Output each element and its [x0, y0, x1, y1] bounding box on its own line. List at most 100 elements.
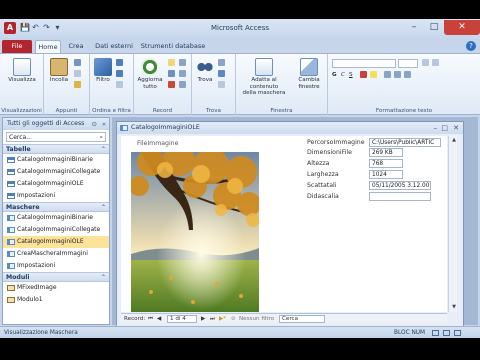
section-moduli[interactable]: Moduli ⌃: [3, 272, 109, 282]
filter-button[interactable]: Filtro: [92, 58, 114, 84]
section-tabelle[interactable]: Tabelle ⌃: [3, 144, 109, 154]
form-maximize-button[interactable]: □: [441, 122, 448, 134]
paste-button[interactable]: Incolla: [46, 58, 72, 84]
numbering-icon[interactable]: [432, 59, 441, 68]
help-icon[interactable]: ?: [466, 41, 476, 51]
nav-item-form[interactable]: CreaMascheraImmagini: [3, 248, 109, 260]
totals-icon[interactable]: [179, 59, 188, 68]
last-record-icon[interactable]: ⏭: [210, 314, 215, 324]
goto-icon[interactable]: [218, 70, 227, 79]
clipboard-icon: [50, 58, 68, 76]
nav-item-table[interactable]: Impostazioni: [3, 190, 109, 202]
nav-item-form-selected[interactable]: CatalogoImmaginiOLE: [3, 236, 109, 248]
nav-item-table[interactable]: CatalogoImmaginiBinarie: [3, 154, 109, 166]
tree-photo[interactable]: [131, 152, 259, 312]
form-view-icon[interactable]: [432, 327, 439, 338]
window-title: Microsoft Access: [210, 24, 270, 32]
delete-record-icon[interactable]: [168, 81, 177, 90]
redo-icon[interactable]: ↷: [42, 23, 51, 33]
font-name-select[interactable]: [332, 59, 396, 68]
align-left-icon[interactable]: [384, 71, 393, 80]
group-records: Aggiorna tutto Record: [134, 54, 192, 115]
font-color-icon[interactable]: [360, 71, 369, 80]
bold-icon[interactable]: G: [332, 71, 337, 80]
copy-icon[interactable]: [74, 70, 83, 79]
vertical-scrollbar[interactable]: ▲ ▼: [448, 136, 458, 312]
remove-sort-icon[interactable]: [116, 81, 125, 90]
tab-dati-esterni[interactable]: Dati esterni: [92, 40, 136, 53]
undo-icon[interactable]: ↶: [31, 23, 40, 33]
replace-icon[interactable]: [218, 59, 227, 68]
bullets-icon[interactable]: [422, 59, 431, 68]
select-icon[interactable]: [218, 81, 227, 90]
tab-strumenti-database[interactable]: Strumenti database: [140, 40, 206, 53]
filter-status-text[interactable]: Nessun filtro: [239, 314, 274, 324]
first-record-icon[interactable]: ⏮: [148, 314, 153, 324]
scroll-down-icon[interactable]: ▼: [449, 303, 459, 312]
highlight-icon[interactable]: [370, 71, 379, 80]
font-size-select[interactable]: [398, 59, 418, 68]
collapse-chevron-icon: ⌃: [100, 204, 106, 211]
tab-crea[interactable]: Crea: [66, 40, 86, 53]
field-larghezza-value[interactable]: 1024: [369, 170, 403, 179]
sort-descending-icon[interactable]: [116, 70, 125, 79]
save-record-icon[interactable]: [168, 70, 177, 79]
title-bar: A 💾 ↶ ↷ ▾ Microsoft Access – □ ✕: [0, 19, 480, 39]
align-center-icon[interactable]: [394, 71, 403, 80]
sort-ascending-icon[interactable]: [116, 59, 125, 68]
nav-collapse-icon[interactable]: «: [102, 118, 106, 130]
nav-dropdown-icon[interactable]: ⊙: [92, 118, 97, 130]
maximize-button[interactable]: □: [424, 20, 444, 35]
align-right-icon[interactable]: [404, 71, 413, 80]
next-record-icon[interactable]: ▶: [201, 314, 205, 324]
tab-home[interactable]: Home: [35, 40, 61, 53]
previous-record-icon[interactable]: ◀: [157, 314, 161, 324]
design-view-icon[interactable]: [454, 327, 461, 338]
new-record-icon[interactable]: [168, 59, 177, 68]
switch-windows-button[interactable]: Cambia finestre: [292, 58, 326, 90]
underline-icon[interactable]: S: [349, 71, 353, 80]
italic-icon[interactable]: C: [341, 71, 345, 80]
form-window: CatalogoImmaginiOLE – □ ✕ FileImmagine P…: [116, 121, 464, 338]
nav-item-module[interactable]: Modulo1: [3, 294, 109, 306]
refresh-all-button[interactable]: Aggiorna tutto: [135, 58, 165, 90]
field-didascalia-value[interactable]: [369, 192, 431, 201]
nav-item-form[interactable]: Impostazioni: [3, 260, 109, 272]
nav-search-input[interactable]: Cerca... ⌕: [6, 132, 106, 142]
nav-pane-header[interactable]: Tutti gli oggetti di Access ⊙ «: [3, 118, 109, 130]
close-button[interactable]: ✕: [444, 20, 480, 35]
record-position-input[interactable]: 1 di 4: [167, 315, 197, 323]
refresh-label-1: Aggiorna: [137, 77, 163, 83]
layout-view-icon[interactable]: [443, 327, 450, 338]
form-icon: [7, 239, 15, 245]
find-button[interactable]: Trova: [194, 58, 216, 84]
field-percorso-value[interactable]: C:\Users\Public\ARTIC: [369, 138, 441, 147]
section-maschere[interactable]: Maschere ⌃: [3, 202, 109, 212]
field-dimensioni-value[interactable]: 269 KB: [369, 148, 403, 157]
save-icon[interactable]: 💾: [20, 23, 30, 33]
spelling-icon[interactable]: [179, 70, 188, 79]
field-altezza-value[interactable]: 768: [369, 159, 403, 168]
nav-item-form[interactable]: CatalogoImmaginiBinarie: [3, 212, 109, 224]
nav-item-table[interactable]: CatalogoImmaginiOLE: [3, 178, 109, 190]
new-record-nav-icon[interactable]: ▶*: [219, 314, 226, 324]
more-icon[interactable]: [179, 81, 188, 90]
access-logo-icon[interactable]: A: [4, 22, 16, 34]
nav-item-module[interactable]: MFixedImage: [3, 282, 109, 294]
fit-to-form-button[interactable]: Adatta al contenuto della maschera: [238, 58, 290, 97]
nav-item-form[interactable]: CatalogoImmaginiCollegate: [3, 224, 109, 236]
tab-file[interactable]: File: [2, 40, 32, 53]
customize-toolbar-icon[interactable]: ▾: [53, 23, 62, 33]
module-icon: [7, 297, 15, 303]
minimize-button[interactable]: –: [404, 20, 424, 35]
nav-item-table[interactable]: CatalogoImmaginiCollegate: [3, 166, 109, 178]
form-window-titlebar[interactable]: CatalogoImmaginiOLE – □ ✕: [117, 122, 463, 134]
scroll-up-icon[interactable]: ▲: [449, 136, 459, 145]
cut-icon[interactable]: [74, 59, 83, 68]
view-button[interactable]: Visualizza: [4, 58, 40, 84]
field-scattata-value[interactable]: 05/11/2005 3.12.00: [369, 181, 431, 190]
form-minimize-button[interactable]: –: [434, 122, 438, 134]
format-painter-icon[interactable]: [74, 81, 83, 90]
record-search-input[interactable]: Cerca: [279, 315, 325, 323]
form-close-button[interactable]: ✕: [453, 122, 459, 134]
